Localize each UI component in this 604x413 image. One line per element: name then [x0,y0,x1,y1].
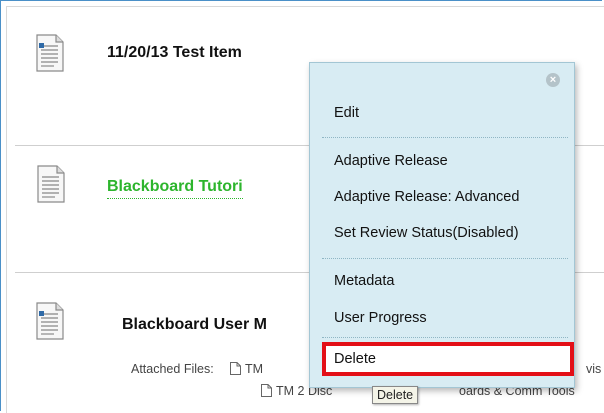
attached-file-tail: vis [586,362,602,376]
document-icon [37,165,65,203]
item-title-link[interactable]: Blackboard Tutori [107,178,243,199]
document-icon [36,302,64,340]
menu-separator [322,258,568,259]
document-icon [36,34,64,72]
menu-item-delete[interactable]: Delete [322,342,574,376]
menu-item-user-progress[interactable]: User Progress [334,310,427,326]
attached-file-link[interactable]: TM [230,362,263,378]
context-menu: × Edit Adaptive Release Adaptive Release… [309,62,575,388]
file-icon [261,384,272,400]
menu-item-set-review-status[interactable]: Set Review Status(Disabled) [334,225,519,241]
item-title[interactable]: Blackboard User M [122,316,267,334]
attached-files-label: Attached Files: [131,362,214,376]
menu-separator [322,337,568,338]
menu-item-edit[interactable]: Edit [334,105,359,121]
attached-file-name: TM [245,362,264,376]
menu-separator [322,137,568,138]
menu-item-metadata[interactable]: Metadata [334,273,394,289]
tooltip: Delete [372,386,419,404]
file-icon [230,362,241,378]
close-icon[interactable]: × [546,73,560,87]
menu-item-adaptive-release-advanced[interactable]: Adaptive Release: Advanced [334,189,519,205]
item-title[interactable]: 11/20/13 Test Item [107,44,242,62]
menu-item-adaptive-release[interactable]: Adaptive Release [334,153,448,169]
